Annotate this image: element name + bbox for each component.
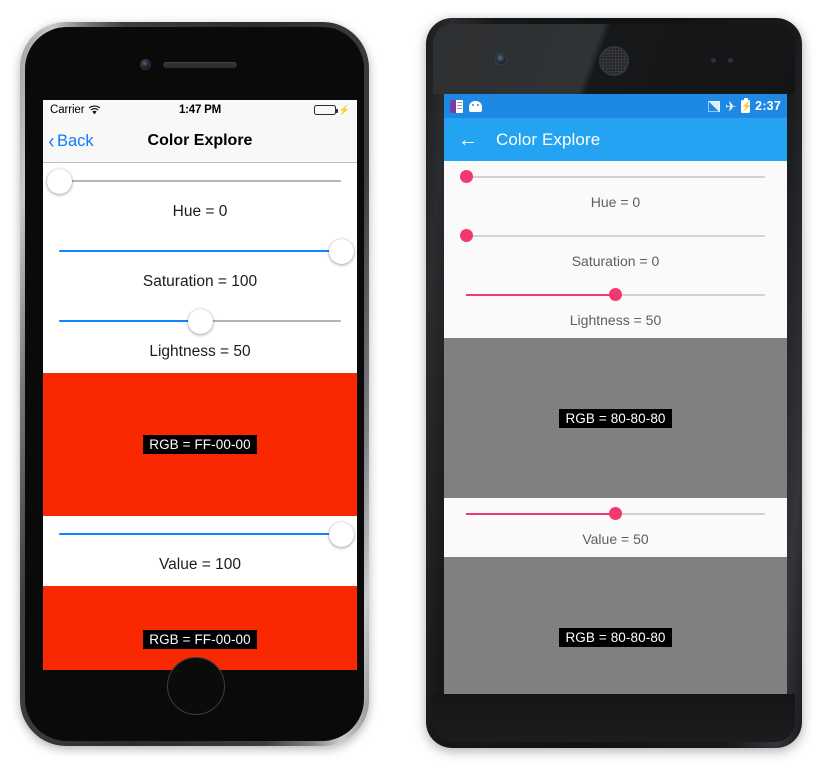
lightness-slider-fill <box>466 293 616 296</box>
hsv-swatch: RGB = 80-80-80 <box>444 557 787 694</box>
signal-icon <box>708 100 721 112</box>
lightness-slider-knob[interactable] <box>609 288 622 301</box>
battery-nub <box>335 109 338 113</box>
hsl-swatch: RGB = FF-00-00 <box>43 373 357 516</box>
front-camera-icon <box>496 54 506 64</box>
value-label: Value = 100 <box>158 556 242 573</box>
hue-slider-knob[interactable] <box>459 170 473 183</box>
saturation-slider-fill <box>59 250 341 252</box>
hue-slider-knob[interactable] <box>46 168 72 194</box>
battery-charging-icon <box>741 97 751 113</box>
ios-content: Hue = 0 Saturation = 100 Lightness = 50 … <box>43 163 357 670</box>
lightness-slider-track[interactable] <box>466 288 765 301</box>
iphone-device: Carrier 1:47 PM ⚡ ‹ Back Color Explore H… <box>20 22 369 746</box>
android-status-notifications <box>450 99 482 113</box>
value-label: Value = 50 <box>582 531 649 547</box>
value-slider[interactable] <box>43 516 357 552</box>
lightning-bolt-icon: ⚡ <box>338 104 350 115</box>
saturation-label: Saturation = 100 <box>142 273 258 290</box>
saturation-slider-track[interactable] <box>459 229 765 242</box>
hue-slider[interactable] <box>43 163 357 199</box>
android-screen: ✈ 2:37 ← Color Explore Hue = 0 <box>444 94 787 694</box>
hue-label: Hue = 0 <box>590 194 641 210</box>
saturation-slider-knob[interactable] <box>459 229 473 242</box>
ios-hsl-controls: Hue = 0 Saturation = 100 Lightness = 50 <box>43 163 357 373</box>
hue-slider-track[interactable] <box>459 170 765 183</box>
android-robot-icon <box>469 100 482 112</box>
earpiece-speaker <box>162 62 237 68</box>
ios-clock: 1:47 PM <box>178 104 222 116</box>
hsl-rgb-chip: RGB = 80-80-80 <box>559 408 672 428</box>
saturation-slider[interactable] <box>43 233 357 269</box>
value-slider-knob[interactable] <box>328 521 354 547</box>
chevron-left-icon: ‹ <box>48 129 55 153</box>
hue-slider-track[interactable] <box>46 168 341 194</box>
saturation-slider-knob[interactable] <box>328 238 354 264</box>
onenote-icon <box>450 99 463 113</box>
iphone-bezel: Carrier 1:47 PM ⚡ ‹ Back Color Explore H… <box>25 27 364 741</box>
arrow-left-icon[interactable]: ← <box>458 130 484 150</box>
back-button[interactable]: ‹ Back <box>43 131 94 152</box>
hsv-rgb-chip: RGB = FF-00-00 <box>143 629 257 649</box>
hsv-rgb-chip: RGB = 80-80-80 <box>559 628 672 647</box>
hsl-rgb-chip: RGB = FF-00-00 <box>143 435 257 454</box>
lightness-slider[interactable] <box>43 303 357 339</box>
hue-label: Hue = 0 <box>172 203 228 220</box>
ios-status-right: ⚡ <box>313 104 350 115</box>
android-status-bar: ✈ 2:37 <box>444 94 787 118</box>
android-bottom-bezel <box>433 694 795 742</box>
back-button-label: Back <box>57 131 94 150</box>
value-slider-knob[interactable] <box>609 507 622 520</box>
android-status-system: ✈ 2:37 <box>708 97 781 114</box>
value-slider-track[interactable] <box>466 507 765 520</box>
android-hsl-controls: Hue = 0 Saturation = 0 Lightness = 50 <box>444 161 787 338</box>
android-action-bar: ← Color Explore <box>444 118 787 161</box>
lightness-label: Lightness = 50 <box>569 312 662 328</box>
hsl-swatch: RGB = 80-80-80 <box>444 338 787 498</box>
lightness-slider-track[interactable] <box>59 308 341 334</box>
hue-slider[interactable] <box>444 161 787 192</box>
saturation-label: Saturation = 0 <box>571 253 660 269</box>
saturation-slider[interactable] <box>444 220 787 251</box>
value-slider[interactable] <box>444 498 787 529</box>
ios-value-controls: Value = 100 <box>43 516 357 586</box>
lightness-slider-fill <box>59 320 200 322</box>
lightness-slider[interactable] <box>444 279 787 310</box>
ios-nav-bar: ‹ Back Color Explore <box>43 120 357 163</box>
android-clock: 2:37 <box>755 99 781 113</box>
saturation-slider-track[interactable] <box>59 238 354 264</box>
airplane-mode-icon: ✈ <box>725 98 737 114</box>
lightness-slider-knob[interactable] <box>187 308 213 334</box>
ios-status-bar: Carrier 1:47 PM ⚡ <box>43 100 357 120</box>
earpiece-speaker <box>599 46 629 76</box>
value-slider-fill <box>59 533 341 535</box>
value-slider-track[interactable] <box>59 521 354 547</box>
proximity-sensors <box>711 58 745 63</box>
android-device: ✈ 2:37 ← Color Explore Hue = 0 <box>426 18 802 748</box>
front-camera-icon <box>141 60 150 69</box>
iphone-screen: Carrier 1:47 PM ⚡ ‹ Back Color Explore H… <box>43 100 357 670</box>
lightness-label: Lightness = 50 <box>149 343 251 360</box>
android-top-bezel <box>433 24 795 94</box>
battery-icon <box>313 105 338 115</box>
android-value-controls: Value = 50 <box>444 498 787 557</box>
home-button[interactable] <box>166 657 225 715</box>
android-content: Hue = 0 Saturation = 0 Lightness = 50 RG… <box>444 161 787 694</box>
page-title: Color Explore <box>496 129 601 149</box>
value-slider-fill <box>466 512 616 515</box>
